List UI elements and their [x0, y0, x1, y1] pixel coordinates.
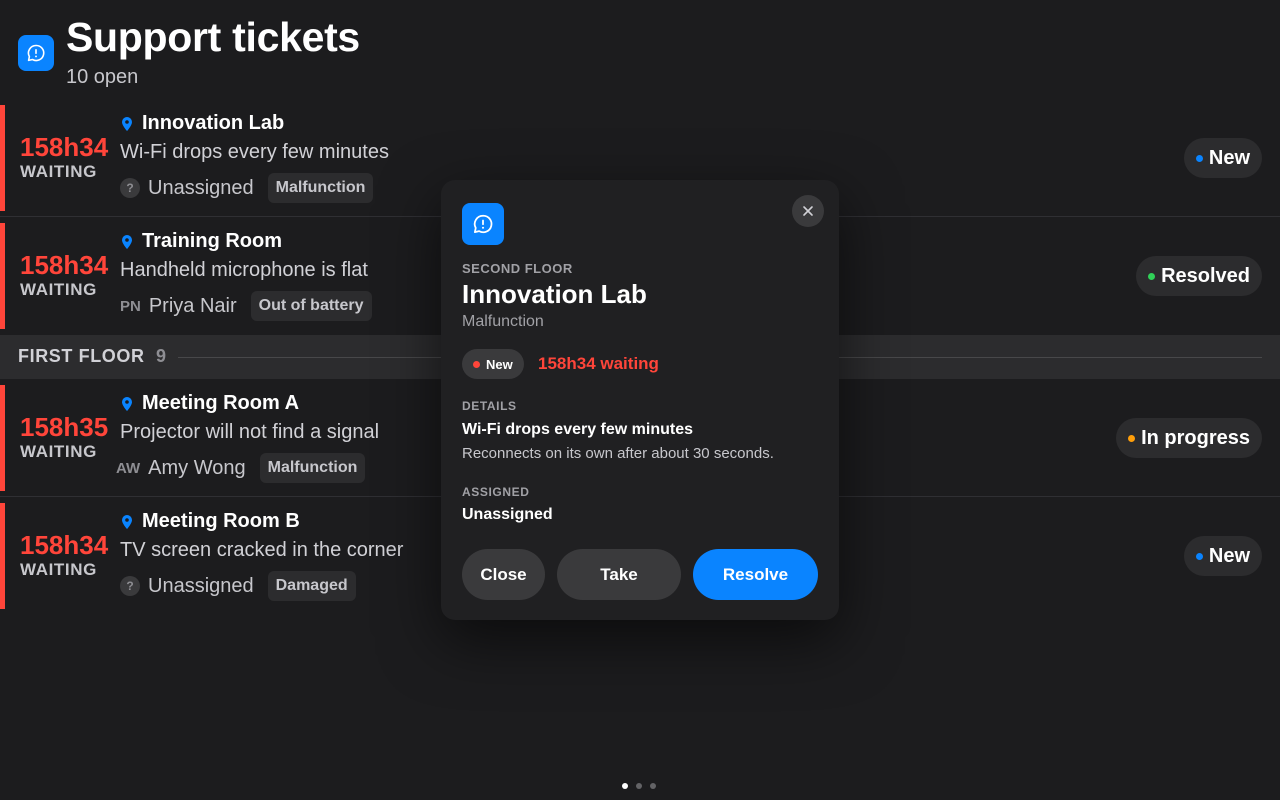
waiting-label: WAITING [20, 162, 97, 181]
urgency-bar [0, 105, 5, 211]
status-dot [1128, 434, 1136, 442]
status-badge[interactable]: In progress [1116, 418, 1262, 458]
status-dot [1195, 552, 1203, 560]
assignee-name: Amy Wong [148, 456, 246, 479]
waiting-label: WAITING [20, 560, 97, 579]
close-button[interactable]: Close [462, 549, 545, 600]
page-dot[interactable] [650, 783, 656, 789]
assignee-avatar: PN [120, 297, 141, 315]
location-name: Meeting Room B [142, 510, 300, 532]
close-icon[interactable] [792, 195, 824, 227]
section-label: FIRST FLOOR [18, 346, 145, 366]
details-title: Wi-Fi drops every few minutes [462, 421, 694, 438]
unassigned-icon: ? [120, 576, 140, 596]
unassigned-icon: ? [120, 178, 140, 198]
status-dot [1148, 272, 1156, 280]
ticket-detail-modal: SECOND FLOOR Innovation Lab Malfunction … [441, 180, 839, 620]
modal-category: Malfunction [462, 313, 544, 330]
status-label: In progress [1141, 426, 1250, 449]
ticket-meta: AW Amy Wong Malfunction [116, 453, 366, 483]
status-label: New [1208, 146, 1250, 169]
chat-alert-icon [18, 35, 54, 71]
page-indicator [622, 783, 656, 789]
chat-alert-icon [462, 203, 504, 245]
assignee-avatar: AW [116, 459, 141, 477]
location-name: Meeting Room A [142, 392, 300, 414]
status-label: New [1208, 544, 1250, 567]
section-count: 9 [156, 346, 167, 366]
modal-title: Innovation Lab [462, 279, 647, 309]
modal-floor: SECOND FLOOR [462, 261, 573, 276]
assignee-name: Priya Nair [148, 294, 237, 317]
wait-time: 158h35 [20, 412, 109, 442]
ticket-meta: ? Unassigned Damaged [120, 571, 356, 601]
ticket-description: Projector will not find a signal [120, 421, 380, 443]
location-pin-icon [122, 396, 132, 411]
resolve-button[interactable]: Resolve [693, 549, 818, 600]
page-dot[interactable] [636, 783, 642, 789]
ticket-description: Wi-Fi drops every few minutes [120, 141, 389, 163]
ticket-location: Innovation Lab [120, 112, 284, 135]
location-name: Innovation Lab [142, 112, 285, 134]
ticket-location: Training Room [120, 230, 282, 253]
assignee-name: Unassigned [148, 574, 254, 597]
details-label: DETAILS [462, 399, 517, 413]
ticket-description: TV screen cracked in the corner [120, 539, 404, 561]
page-dot[interactable] [622, 783, 628, 789]
urgency-bar [0, 385, 5, 491]
assigned-value: Unassigned [462, 506, 553, 523]
location-pin-icon [122, 116, 132, 131]
urgency-bar [0, 503, 5, 609]
category-tag: Malfunction [267, 173, 374, 203]
status-label: New [486, 356, 513, 372]
ticket-description: Handheld microphone is flat [120, 259, 368, 281]
wait-time: 158h34 waiting [538, 354, 659, 373]
urgency-bar [0, 223, 5, 329]
open-count: 10 open [66, 66, 139, 88]
waiting-label: WAITING [20, 442, 97, 461]
status-label: Resolved [1161, 264, 1250, 287]
category-tag: Malfunction [259, 453, 366, 483]
status-badge[interactable]: Resolved [1136, 256, 1262, 296]
waiting-label: WAITING [20, 280, 97, 299]
status-badge[interactable]: New [1183, 536, 1262, 576]
location-pin-icon [122, 514, 132, 529]
status-badge: New [462, 349, 524, 379]
assigned-label: ASSIGNED [462, 485, 530, 499]
ticket-meta: ? Unassigned Malfunction [120, 173, 374, 203]
location-pin-icon [122, 234, 132, 249]
location-name: Training Room [142, 230, 282, 252]
wait-time: 158h34 [20, 132, 109, 162]
status-dot [473, 360, 480, 368]
wait-time: 158h34 [20, 530, 109, 560]
ticket-meta: PN Priya Nair Out of battery [120, 291, 372, 321]
ticket-location: Meeting Room A [120, 392, 299, 415]
category-tag: Out of battery [250, 291, 372, 321]
status-dot [1195, 154, 1203, 162]
page-title: Support tickets [66, 14, 360, 60]
assignee-name: Unassigned [148, 176, 254, 199]
category-tag: Damaged [267, 571, 356, 601]
ticket-location: Meeting Room B [120, 510, 300, 533]
wait-time: 158h34 [20, 250, 109, 280]
status-badge[interactable]: New [1183, 138, 1262, 178]
details-body: Reconnects on its own after about 30 sec… [462, 445, 774, 462]
take-button[interactable]: Take [557, 549, 681, 600]
